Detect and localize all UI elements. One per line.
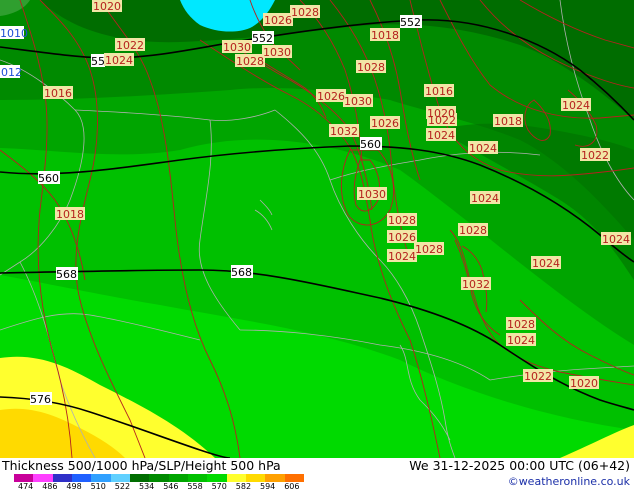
scale-swatch [226,474,246,482]
pressure-label: 1024 [388,250,416,263]
pressure-label: 1022 [428,114,456,127]
thickness-label-552: 55 [91,55,105,68]
pressure-label: 1028 [507,318,535,331]
pressure-label: 1024 [507,334,535,347]
scale-swatch [187,474,208,482]
pressure-label: 1024 [471,192,499,205]
scale-swatch [245,474,266,482]
scale-swatch [14,474,34,482]
thickness-label-552: 552 [400,16,421,29]
pressure-label: 1026 [317,90,345,103]
edge-label-1012: 1012 [0,66,22,79]
thickness-label-552: 552 [252,32,273,45]
pressure-label: 1028 [357,61,385,74]
thickness-label-568: 568 [56,268,77,281]
valid-time: We 31-12-2025 00:00 UTC (06+42) [409,458,630,473]
edge-label-1010: 1010 [0,27,28,40]
pressure-label: 1032 [462,278,490,291]
scale-swatch [91,474,111,482]
pressure-label: 1018 [56,208,84,221]
pressure-label: 1026 [388,231,416,244]
scale-swatch [265,474,285,482]
color-scale [14,474,304,482]
scale-swatch [168,474,188,482]
scale-swatch [33,474,53,482]
pressure-label: 1030 [263,46,291,59]
scale-swatch [110,474,130,482]
pressure-label: 1024 [532,257,560,270]
pressure-label: 1022 [116,39,144,52]
pressure-label: 1030 [344,95,372,108]
thickness-label-576: 576 [30,393,51,406]
pressure-label: 1028 [236,55,264,68]
pressure-label: 1026 [264,14,292,27]
pressure-label: 1024 [469,142,497,155]
weather-map: 552 552 55 560 560 568 568 576 1020 1026… [0,0,634,458]
pressure-label: 1028 [388,214,416,227]
scale-swatch [149,474,169,482]
pressure-label: 1030 [358,188,386,201]
scale-swatch [52,474,72,482]
pressure-label: 1018 [494,115,522,128]
pressure-label: 1024 [427,129,455,142]
pressure-label: 1028 [415,243,443,256]
pressure-label: 1024 [562,99,590,112]
scale-swatch [129,474,150,482]
pressure-label: 1016 [44,87,72,100]
scale-swatch [284,474,304,482]
pressure-label: 1022 [524,370,552,383]
pressure-label: 1022 [581,149,609,162]
chart-title: Thickness 500/1000 hPa/SLP/Height 500 hP… [2,458,281,473]
pressure-label: 1016 [425,85,453,98]
pressure-label: 1024 [105,54,133,67]
pressure-label: 1028 [291,6,319,19]
scale-swatch [207,474,227,482]
footer-bar: Thickness 500/1000 hPa/SLP/Height 500 hP… [0,458,634,491]
thickness-label-560: 560 [38,172,59,185]
pressure-label: 1024 [602,233,630,246]
pressure-label: 1018 [371,29,399,42]
thickness-label-568: 568 [231,266,252,279]
pressure-label: 1026 [371,117,399,130]
pressure-label: 1020 [570,377,598,390]
pressure-label: 1032 [330,125,358,138]
thickness-label-560: 560 [360,138,381,151]
scale-swatch [71,474,92,482]
pressure-label: 1030 [223,41,251,54]
pressure-label: 1028 [459,224,487,237]
credit-link[interactable]: ©weatheronline.co.uk [508,475,630,488]
pressure-label: 1020 [93,0,121,13]
